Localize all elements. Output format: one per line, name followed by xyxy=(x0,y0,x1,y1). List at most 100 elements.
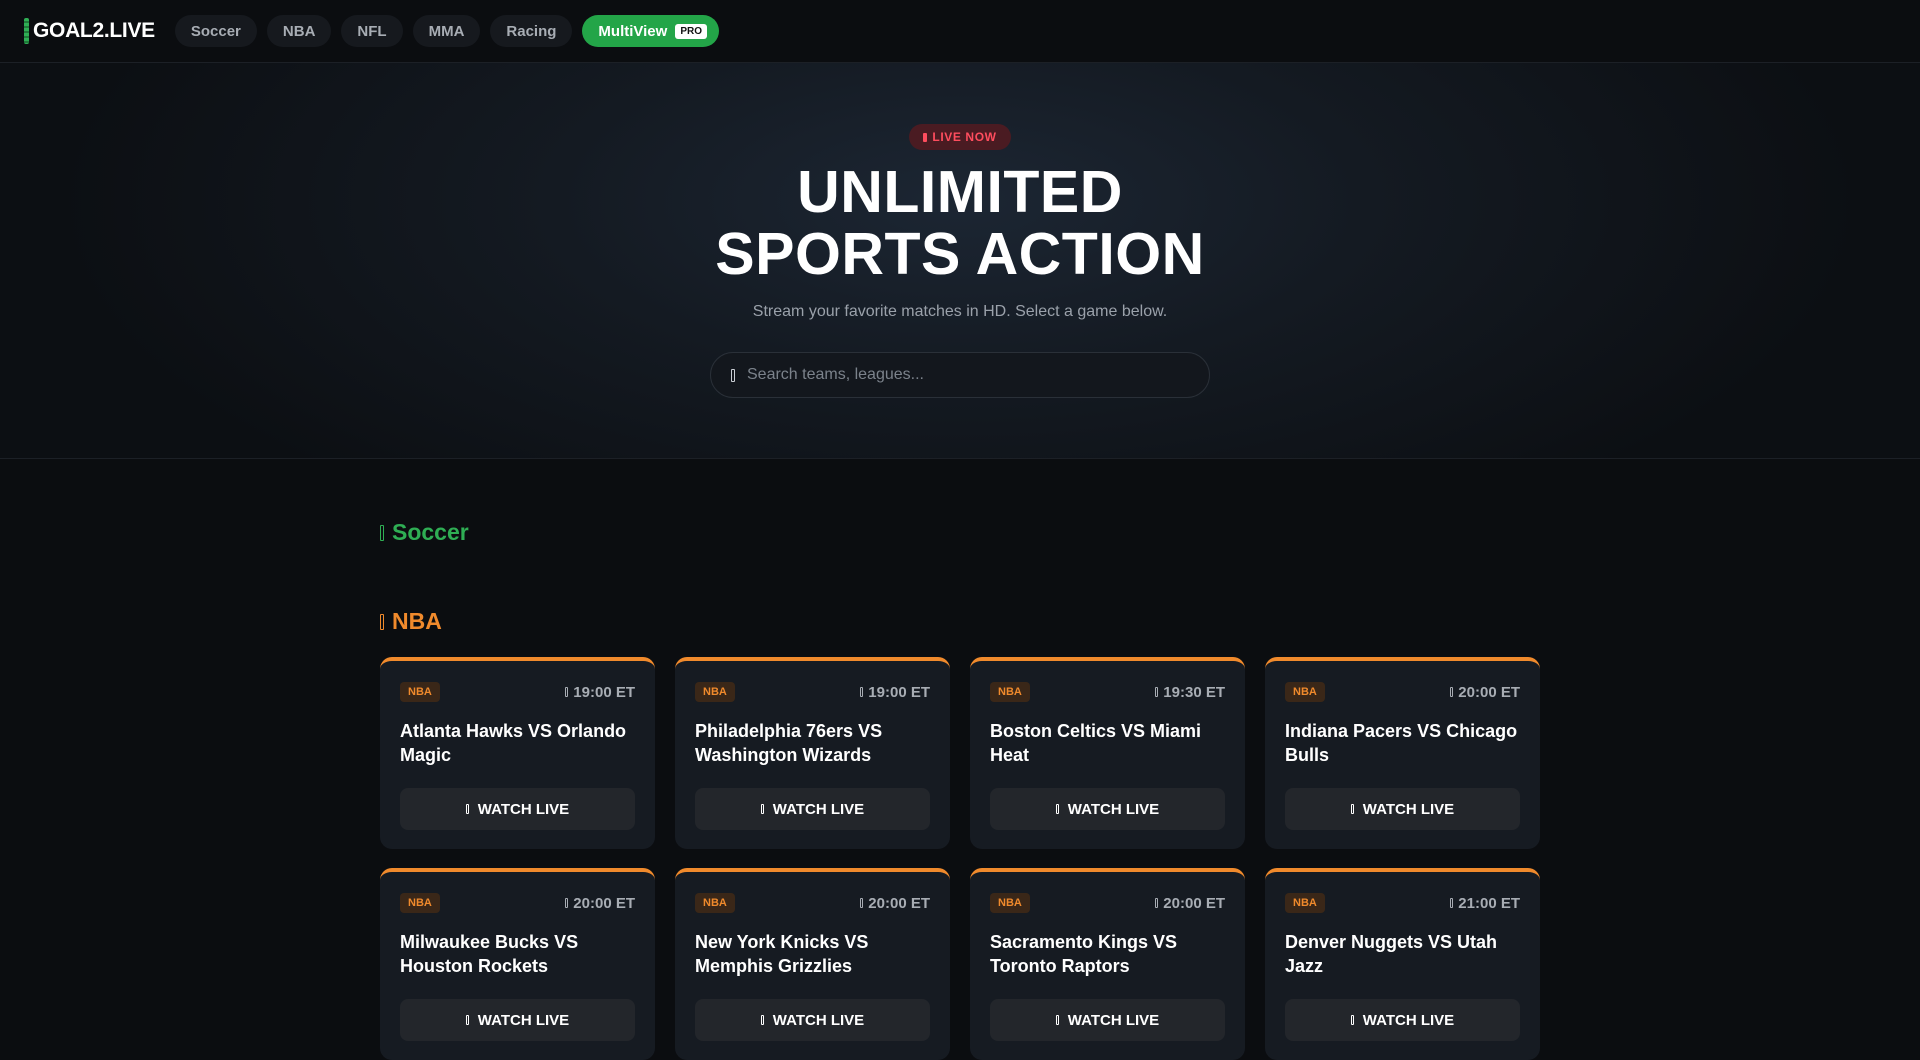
clock-icon xyxy=(860,898,864,908)
game-time: 19:00 ET xyxy=(565,684,635,701)
watch-live-button[interactable]: WATCH LIVE xyxy=(400,788,635,830)
play-icon xyxy=(760,1015,764,1025)
watch-live-button[interactable]: WATCH LIVE xyxy=(695,788,930,830)
game-card[interactable]: NBA 19:30 ET Boston Celtics VS Miami Hea… xyxy=(970,657,1245,849)
clock-icon xyxy=(1450,898,1454,908)
watch-live-button[interactable]: WATCH LIVE xyxy=(1285,788,1520,830)
game-card[interactable]: NBA 19:00 ET Philadelphia 76ers VS Washi… xyxy=(675,657,950,849)
play-icon xyxy=(1350,804,1354,814)
league-badge: NBA xyxy=(400,682,440,702)
search-input[interactable] xyxy=(747,366,1189,384)
multiview-button[interactable]: MultiView PRO xyxy=(582,15,719,47)
game-time-label: 19:00 ET xyxy=(573,683,635,701)
hero-title-line-2: SPORTS ACTION xyxy=(715,221,1205,287)
play-icon xyxy=(1055,804,1059,814)
nav-item-nba[interactable]: NBA xyxy=(266,15,332,47)
play-icon xyxy=(1350,1015,1354,1025)
basketball-icon xyxy=(380,613,384,630)
nav-item-soccer[interactable]: Soccer xyxy=(174,15,257,47)
pro-badge: PRO xyxy=(675,23,707,39)
game-time-label: 20:00 ET xyxy=(868,894,930,912)
watch-live-button[interactable]: WATCH LIVE xyxy=(400,999,635,1041)
clock-icon xyxy=(1450,687,1454,697)
watch-live-button[interactable]: WATCH LIVE xyxy=(695,999,930,1041)
game-title: Milwaukee Bucks VS Houston Rockets xyxy=(400,932,579,976)
game-time-label: 19:00 ET xyxy=(868,683,930,701)
hero-title-line-1: UNLIMITED xyxy=(797,159,1123,225)
league-badge: NBA xyxy=(990,893,1030,913)
league-badge: NBA xyxy=(1285,682,1325,702)
game-time: 20:00 ET xyxy=(1450,684,1520,701)
hero-title: UNLIMITED SPORTS ACTION xyxy=(0,161,1920,285)
game-time-label: 20:00 ET xyxy=(573,894,635,912)
nav-item-mma[interactable]: MMA xyxy=(412,15,481,47)
live-now-label: LIVE NOW xyxy=(932,130,997,144)
league-badge: NBA xyxy=(400,893,440,913)
league-badge: NBA xyxy=(695,682,735,702)
league-badge: NBA xyxy=(695,893,735,913)
game-time: 20:00 ET xyxy=(1155,895,1225,912)
multiview-label: MultiView xyxy=(598,22,668,40)
game-title: Atlanta Hawks VS Orlando Magic xyxy=(400,721,627,765)
soccer-ball-icon xyxy=(380,524,384,541)
game-time-label: 19:30 ET xyxy=(1163,683,1225,701)
hero-subtitle: Stream your favorite matches in HD. Sele… xyxy=(752,303,1168,320)
game-title: Boston Celtics VS Miami Heat xyxy=(990,721,1202,765)
game-time: 19:30 ET xyxy=(1155,684,1225,701)
play-icon xyxy=(465,804,469,814)
watch-live-label: WATCH LIVE xyxy=(772,800,865,818)
game-time: 20:00 ET xyxy=(860,895,930,912)
game-card[interactable]: NBA 20:00 ET New York Knicks VS Memphis … xyxy=(675,868,950,1060)
hero-section: LIVE NOW UNLIMITED SPORTS ACTION Stream … xyxy=(0,63,1920,459)
game-card[interactable]: NBA 20:00 ET Milwaukee Bucks VS Houston … xyxy=(380,868,655,1060)
game-title: Indiana Pacers VS Chicago Bulls xyxy=(1285,721,1518,765)
league-badge: NBA xyxy=(990,682,1030,702)
game-card[interactable]: NBA 20:00 ET Indiana Pacers VS Chicago B… xyxy=(1265,657,1540,849)
watch-live-label: WATCH LIVE xyxy=(477,1011,570,1029)
game-time-label: 20:00 ET xyxy=(1458,683,1520,701)
game-title: Sacramento Kings VS Toronto Raptors xyxy=(990,932,1178,976)
game-title: New York Knicks VS Memphis Grizzlies xyxy=(695,932,869,976)
clock-icon xyxy=(1155,898,1159,908)
watch-live-label: WATCH LIVE xyxy=(477,800,570,818)
watch-live-label: WATCH LIVE xyxy=(1067,800,1160,818)
watch-live-label: WATCH LIVE xyxy=(772,1011,865,1029)
clock-icon xyxy=(565,687,569,697)
section-heading-soccer: Soccer xyxy=(380,519,469,546)
league-badge: NBA xyxy=(1285,893,1325,913)
clock-icon xyxy=(860,687,864,697)
live-now-badge: LIVE NOW xyxy=(909,124,1011,150)
watch-live-label: WATCH LIVE xyxy=(1067,1011,1160,1029)
game-time: 19:00 ET xyxy=(860,684,930,701)
watch-live-label: WATCH LIVE xyxy=(1362,800,1455,818)
live-indicator-icon xyxy=(923,132,928,142)
watch-live-button[interactable]: WATCH LIVE xyxy=(1285,999,1520,1041)
search-bar[interactable] xyxy=(710,352,1210,398)
game-title: Denver Nuggets VS Utah Jazz xyxy=(1285,932,1498,976)
search-icon xyxy=(731,368,735,382)
watch-live-button[interactable]: WATCH LIVE xyxy=(990,999,1225,1041)
play-icon xyxy=(760,804,764,814)
game-card[interactable]: NBA 20:00 ET Sacramento Kings VS Toronto… xyxy=(970,868,1245,1060)
clock-icon xyxy=(565,898,569,908)
watch-live-label: WATCH LIVE xyxy=(1362,1011,1455,1029)
game-card[interactable]: NBA 19:00 ET Atlanta Hawks VS Orlando Ma… xyxy=(380,657,655,849)
game-time: 20:00 ET xyxy=(565,895,635,912)
section-title-nba: NBA xyxy=(392,608,442,634)
nav-item-racing[interactable]: Racing xyxy=(490,15,573,47)
section-title-soccer: Soccer xyxy=(392,519,469,545)
play-icon xyxy=(465,1015,469,1025)
top-navbar: GOAL2.LIVE Soccer NBA NFL MMA Racing Mul… xyxy=(0,0,1920,63)
game-time: 21:00 ET xyxy=(1450,895,1520,912)
game-time-label: 20:00 ET xyxy=(1163,894,1225,912)
game-title: Philadelphia 76ers VS Washington Wizards xyxy=(695,721,883,765)
logo-icon xyxy=(24,18,29,44)
brand-logo[interactable]: GOAL2.LIVE xyxy=(24,18,155,44)
nav-item-nfl[interactable]: NFL xyxy=(341,15,403,47)
play-icon xyxy=(1055,1015,1059,1025)
watch-live-button[interactable]: WATCH LIVE xyxy=(990,788,1225,830)
clock-icon xyxy=(1155,687,1159,697)
brand-name: GOAL2.LIVE xyxy=(33,19,155,42)
game-card[interactable]: NBA 21:00 ET Denver Nuggets VS Utah Jazz… xyxy=(1265,868,1540,1060)
game-time-label: 21:00 ET xyxy=(1458,894,1520,912)
